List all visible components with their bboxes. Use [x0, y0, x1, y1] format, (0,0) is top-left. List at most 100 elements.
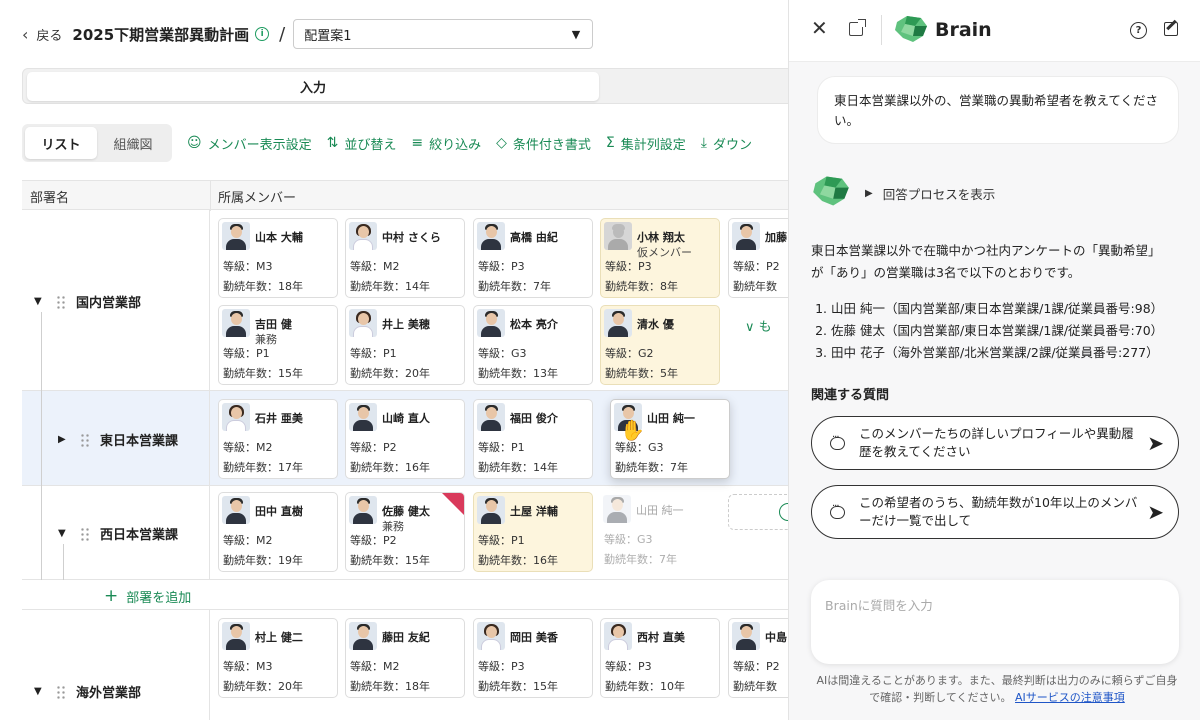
tab-input[interactable]: 入力 — [27, 72, 599, 101]
brain-panel: ✕ Brain ? 東日本営業課以外の、営業職の異動希望者を教えてください。 ▶… — [788, 0, 1200, 720]
member-card-highlighted[interactable]: 土屋 洋輔 等級：P1 勤続年数：16年 — [473, 492, 593, 572]
member-name: 中島 — [765, 631, 787, 644]
download-label: ダウン — [713, 137, 753, 153]
close-icon[interactable]: ✕ — [811, 16, 828, 40]
add-member-slot[interactable] — [728, 494, 790, 530]
placeholder-avatar-icon — [604, 222, 632, 250]
drag-handle-icon[interactable] — [80, 526, 90, 541]
disclaimer: AIは間違えることがあります。また、最終判断は出力のみに頼らずご自身で確認・判断… — [811, 672, 1183, 706]
user-circle-icon: ☺ — [187, 135, 202, 151]
related-questions-title: 関連する質問 — [811, 388, 890, 403]
show-process-toggle[interactable]: ▶ 回答プロセスを表示 — [865, 184, 995, 203]
chat-input[interactable] — [825, 598, 1165, 613]
dept-name: 海外営業部 — [76, 686, 142, 701]
member-card[interactable]: 山本 大輔 等級：M3 勤続年数：18年 — [218, 218, 338, 298]
member-years: 勤続年数：7年 — [615, 461, 688, 474]
related-question-button[interactable]: この希望者のうち、勤続年数が10年以上のメンバーだけ一覧で出して ➤ — [811, 485, 1179, 539]
view-org-button[interactable]: 組織図 — [97, 127, 169, 159]
member-card[interactable]: 田中 直樹 等級：M2 勤続年数：19年 — [218, 492, 338, 572]
download-button[interactable]: ⤓ ダウン — [701, 134, 752, 153]
sigma-icon: Σ — [605, 135, 615, 151]
drag-handle-icon[interactable] — [56, 294, 66, 309]
send-icon: ➤ — [1147, 431, 1164, 455]
grab-cursor-icon: ✋ — [620, 418, 645, 442]
avatar — [349, 496, 377, 524]
related-question-button[interactable]: このメンバーたちの詳しいプロフィールや異動履歴を教えてください ➤ — [811, 416, 1179, 470]
member-card-temporary[interactable]: 小林 翔太 仮メンバー 等級：P3 勤続年数：8年 — [600, 218, 720, 298]
sort-button[interactable]: ⇅ 並び替え — [327, 134, 397, 153]
avatar — [477, 496, 505, 524]
dept-label-east[interactable]: ▶ 東日本営業課 — [58, 430, 178, 449]
member-card[interactable]: 井上 美穂 等級：P1 勤続年数：20年 — [345, 305, 465, 385]
view-list-button[interactable]: リスト — [25, 127, 97, 159]
avatar — [349, 622, 377, 650]
filter-button[interactable]: ≡ 絞り込み — [411, 134, 481, 153]
member-card[interactable]: 中村 さくら 等級：M2 勤続年数：14年 — [345, 218, 465, 298]
member-card-ghost: 山田 純一 等級：G3 勤続年数：7年 — [600, 492, 720, 572]
dept-label-west[interactable]: ▼ 西日本営業課 — [58, 524, 178, 543]
show-more-label: も — [758, 320, 772, 335]
member-grade: 等級：P3 — [478, 660, 525, 673]
dept-label-domestic[interactable]: ▼ 国内営業部 — [34, 292, 141, 311]
member-grade: 等級：P3 — [605, 260, 652, 273]
show-more-button[interactable]: ∨ も — [745, 316, 772, 335]
member-card-highlighted[interactable]: 清水 優 等級：G2 勤続年数：5年 — [600, 305, 720, 385]
collapse-icon[interactable]: ▼ — [34, 686, 48, 697]
member-card[interactable]: 山崎 直人 等級：P2 勤続年数：16年 — [345, 399, 465, 479]
member-grade: 等級：P3 — [605, 660, 652, 673]
member-years: 勤続年数：20年 — [350, 367, 430, 380]
avatar — [477, 222, 505, 250]
ai-notice-link[interactable]: AIサービスの注意事項 — [1015, 691, 1125, 704]
collapse-icon[interactable]: ▼ — [58, 528, 72, 539]
member-name: 土屋 洋輔 — [510, 505, 558, 518]
member-card[interactable]: 松本 亮介 等級：G3 勤続年数：13年 — [473, 305, 593, 385]
member-card[interactable]: 高橋 由紀 等級：P3 勤続年数：7年 — [473, 218, 593, 298]
plan-select[interactable]: 配置案1 ▼ — [293, 19, 594, 49]
member-name: 井上 美穂 — [382, 318, 430, 331]
open-external-icon[interactable] — [849, 19, 866, 36]
aggregate-button[interactable]: Σ 集計列設定 — [606, 134, 686, 153]
member-name: 西村 直美 — [637, 631, 685, 644]
back-button[interactable]: ‹ 戻る — [22, 25, 62, 44]
member-card[interactable]: 加藤 等級：P2 勤続年数 — [728, 218, 790, 298]
member-card[interactable]: 村上 健二 等級：M3 勤続年数：20年 — [218, 618, 338, 698]
add-dept-button[interactable]: + 部署を追加 — [104, 586, 191, 606]
member-display-label: メンバー表示設定 — [207, 137, 312, 153]
member-card[interactable]: 福田 俊介 等級：P1 勤続年数：14年 — [473, 399, 593, 479]
member-card[interactable]: 佐藤 健太 兼務 等級：P2 勤続年数：15年 — [345, 492, 465, 572]
answer-list: 山田 純一（国内営業部/東日本営業課/1課/従業員番号:98） 佐藤 健太（国内… — [811, 298, 1183, 364]
drag-handle-icon[interactable] — [56, 684, 66, 699]
member-grade: 等級：M2 — [223, 534, 273, 547]
member-years: 勤続年数：18年 — [223, 280, 303, 293]
conditional-format-button[interactable]: ◇ 条件付き書式 — [496, 134, 591, 153]
col-header-dept: 部署名 — [30, 191, 70, 206]
member-card[interactable]: 石井 亜美 等級：M2 勤続年数：17年 — [218, 399, 338, 479]
filter-icon: ≡ — [411, 135, 424, 151]
tree-line — [41, 312, 42, 580]
dept-label-overseas[interactable]: ▼ 海外営業部 — [34, 682, 141, 701]
member-card[interactable]: 岡田 美香 等級：P3 勤続年数：15年 — [473, 618, 593, 698]
chat-bubble-icon — [830, 432, 845, 450]
member-card[interactable]: 中島 等級：P2 勤続年数 — [728, 618, 790, 698]
aggregate-label: 集計列設定 — [620, 137, 686, 153]
member-years: 勤続年数：15年 — [478, 680, 558, 693]
collapse-icon[interactable]: ▼ — [34, 296, 48, 307]
help-icon[interactable]: ? — [1130, 22, 1147, 39]
avatar — [477, 309, 505, 337]
download-icon: ⤓ — [700, 135, 707, 151]
member-name: 清水 優 — [637, 318, 674, 331]
member-display-button[interactable]: ☺ メンバー表示設定 — [187, 134, 312, 153]
related-question-text: このメンバーたちの詳しいプロフィールや異動履歴を教えてください — [859, 426, 1134, 459]
new-chat-icon[interactable] — [1164, 22, 1178, 36]
send-icon: ➤ — [1147, 500, 1164, 524]
member-card[interactable]: 吉田 健 兼務 等級：P1 勤続年数：15年 — [218, 305, 338, 385]
member-card[interactable]: 西村 直美 等級：P3 勤続年数：10年 — [600, 618, 720, 698]
member-years: 勤続年数：10年 — [605, 680, 685, 693]
member-years: 勤続年数：14年 — [478, 461, 558, 474]
member-card[interactable]: 藤田 友紀 等級：M2 勤続年数：18年 — [345, 618, 465, 698]
member-name: 村上 健二 — [255, 631, 303, 644]
expand-icon[interactable]: ▶ — [58, 434, 72, 445]
member-grade: 等級：M3 — [223, 660, 273, 673]
info-icon[interactable]: i — [255, 27, 270, 41]
drag-handle-icon[interactable] — [80, 432, 90, 447]
